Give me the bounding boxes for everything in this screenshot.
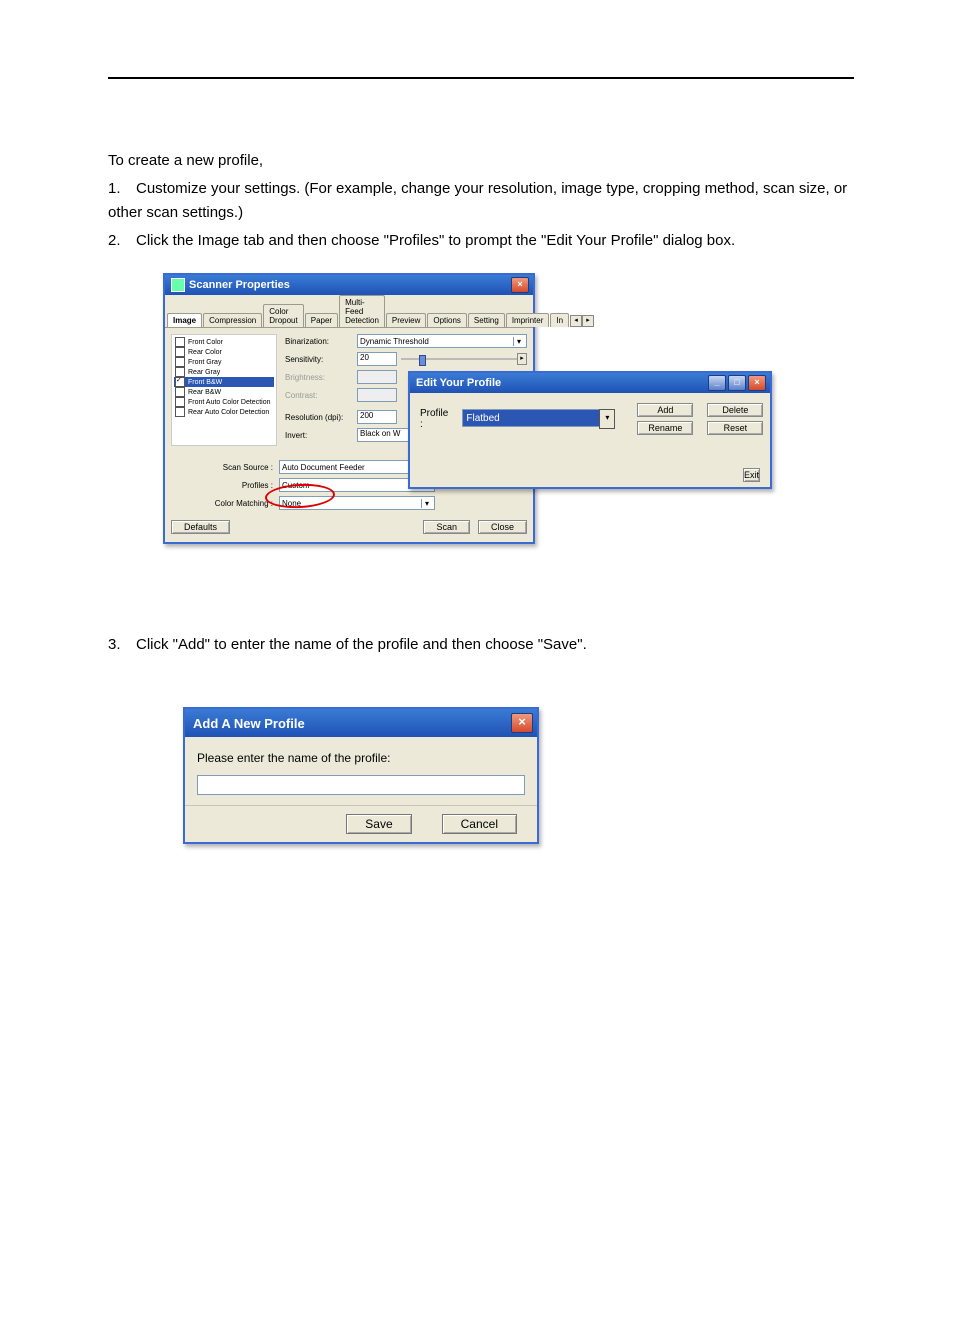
scan-button[interactable]: Scan [423, 520, 470, 534]
prompt-text: Please enter the name of the profile: [197, 751, 525, 765]
tab-options[interactable]: Options [427, 313, 467, 327]
brightness-value [357, 370, 397, 384]
close-button[interactable]: Close [478, 520, 527, 534]
step-1: 1.Customize your settings. (For example,… [108, 177, 854, 225]
color-matching-label: Color Matching : [165, 499, 279, 508]
contrast-value [357, 388, 397, 402]
tab-imprinter[interactable]: Imprinter [506, 313, 550, 327]
save-button[interactable]: Save [346, 814, 411, 834]
instructions-block-2: 3.Click "Add" to enter the name of the p… [108, 633, 854, 657]
profile-input[interactable] [462, 409, 600, 427]
sensitivity-value[interactable]: 20 [357, 352, 397, 366]
image-selection-list: Front Color Rear Color Front Gray Rear G… [171, 334, 277, 446]
chk-rear-gray[interactable]: Rear Gray [174, 367, 274, 377]
close-icon[interactable]: × [511, 713, 533, 733]
add-button[interactable]: Add [637, 403, 693, 417]
cancel-button[interactable]: Cancel [442, 814, 517, 834]
tab-paper[interactable]: Paper [305, 313, 338, 327]
sensitivity-label: Sensitivity: [285, 355, 357, 364]
titlebar[interactable]: Scanner Properties × [165, 275, 533, 295]
tab-scroll-left-icon[interactable]: ◂ [570, 315, 582, 327]
step-2: 2.Click the Image tab and then choose "P… [108, 229, 854, 253]
color-matching-select[interactable]: None▾ [279, 496, 435, 510]
add-new-profile-window: Add A New Profile × Please enter the nam… [183, 707, 539, 844]
profile-combobox[interactable]: ▾ [462, 409, 615, 429]
chevron-down-icon[interactable]: ▾ [599, 409, 615, 429]
chk-rear-color[interactable]: Rear Color [174, 347, 274, 357]
chevron-down-icon: ▾ [421, 499, 432, 508]
close-icon[interactable]: × [511, 277, 529, 293]
window-title: Scanner Properties [189, 279, 290, 291]
tab-color-dropout[interactable]: Color Dropout [263, 304, 303, 327]
chk-front-auto[interactable]: Front Auto Color Detection [174, 397, 274, 407]
chevron-down-icon: ▾ [513, 337, 524, 346]
titlebar[interactable]: Edit Your Profile _ □ × [410, 373, 770, 393]
step-3-text: Click "Add" to enter the name of the pro… [136, 636, 587, 653]
defaults-button[interactable]: Defaults [171, 520, 230, 534]
close-icon[interactable]: × [748, 375, 766, 391]
step-2-num: 2. [108, 229, 136, 253]
step-1-text: Customize your settings. (For example, c… [108, 180, 847, 221]
step-3: 3.Click "Add" to enter the name of the p… [108, 633, 854, 657]
tab-setting[interactable]: Setting [468, 313, 505, 327]
edit-profile-window: Edit Your Profile _ □ × Profile : ▾ Add [408, 371, 772, 489]
profile-name-input[interactable] [197, 775, 525, 795]
tab-preview[interactable]: Preview [386, 313, 426, 327]
contrast-label: Contrast: [285, 391, 357, 400]
instructions-block: To create a new profile, 1.Customize you… [108, 149, 854, 253]
window-title: Edit Your Profile [416, 377, 501, 389]
invert-label: Invert: [285, 431, 357, 440]
intro-line: To create a new profile, [108, 149, 854, 173]
chk-rear-bw[interactable]: Rear B&W [174, 387, 274, 397]
reset-button[interactable]: Reset [707, 421, 763, 435]
tab-scroll-right-icon[interactable]: ▸ [582, 315, 594, 327]
page-header-rule [108, 77, 854, 79]
minimize-icon[interactable]: _ [708, 375, 726, 391]
titlebar[interactable]: Add A New Profile × [185, 709, 537, 737]
tab-image[interactable]: Image [167, 313, 202, 327]
step-2-text: Click the Image tab and then choose "Pro… [136, 232, 735, 249]
window-title: Add A New Profile [193, 716, 305, 731]
sensitivity-slider[interactable]: ▸ [401, 353, 527, 365]
chk-front-gray[interactable]: Front Gray [174, 357, 274, 367]
brightness-label: Brightness: [285, 373, 357, 382]
binarization-label: Binarization: [285, 337, 357, 346]
maximize-icon[interactable]: □ [728, 375, 746, 391]
slider-increase-icon[interactable]: ▸ [517, 353, 527, 365]
exit-button[interactable]: Exit [743, 468, 760, 482]
chk-rear-auto[interactable]: Rear Auto Color Detection [174, 407, 274, 417]
binarization-select[interactable]: Dynamic Threshold▾ [357, 334, 527, 348]
chk-front-color[interactable]: Front Color [174, 337, 274, 347]
chk-front-bw[interactable]: Front B&W [174, 377, 274, 387]
tab-more[interactable]: In [550, 313, 569, 327]
tab-multifeed[interactable]: Multi-Feed Detection [339, 295, 385, 327]
scan-source-label: Scan Source : [165, 463, 279, 472]
step-1-num: 1. [108, 177, 136, 201]
scanner-icon [171, 278, 185, 292]
profiles-label: Profiles : [165, 481, 279, 490]
delete-button[interactable]: Delete [707, 403, 763, 417]
tab-strip: Image Compression Color Dropout Paper Mu… [165, 295, 533, 328]
tab-compression[interactable]: Compression [203, 313, 262, 327]
resolution-value[interactable]: 200 [357, 410, 397, 424]
profile-label: Profile : [420, 408, 448, 430]
step-3-num: 3. [108, 633, 136, 657]
resolution-label: Resolution (dpi): [285, 413, 357, 422]
rename-button[interactable]: Rename [637, 421, 693, 435]
